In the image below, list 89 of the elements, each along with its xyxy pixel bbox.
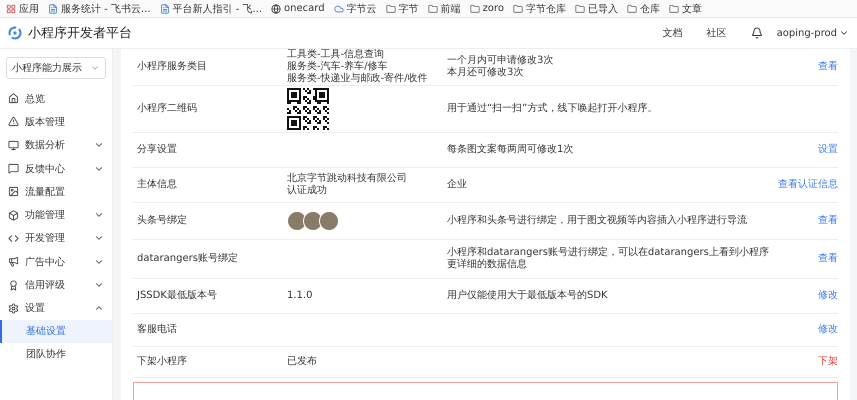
nav-item[interactable]: 开发管理 <box>25 231 88 246</box>
nav-item[interactable]: 总览 <box>25 92 104 106</box>
action-link[interactable]: 查看 <box>818 215 838 227</box>
folder-icon <box>668 4 679 14</box>
setting-label: datarangers账号绑定 <box>137 253 239 265</box>
nav-subitem[interactable]: 基础设置 <box>0 320 112 343</box>
setting-label: 头条号绑定 <box>137 215 188 227</box>
action-link[interactable]: 设置 <box>818 144 838 156</box>
settings-icon <box>8 302 19 314</box>
nav-item[interactable]: 设置 <box>25 301 88 316</box>
bookmark-link[interactable]: 应用 <box>19 2 39 16</box>
cloud-icon <box>334 4 344 14</box>
setting-description: 每条图文案每两周可修改1次 <box>447 144 574 156</box>
apps-icon <box>6 4 16 14</box>
nav-item[interactable]: 反馈中心 <box>25 162 88 176</box>
bookmark-link[interactable]: zoro <box>482 3 504 14</box>
action-link[interactable]: 查看 <box>818 253 838 265</box>
nav-item[interactable]: 流量配置 <box>25 184 104 199</box>
action-link[interactable]: 修改 <box>818 290 838 302</box>
value-text: 已发布 <box>287 356 318 368</box>
action-link[interactable]: 查看认证信息 <box>778 179 838 191</box>
action-link[interactable]: 修改 <box>818 324 838 336</box>
folder-icon <box>626 4 637 14</box>
logo-icon <box>8 26 22 40</box>
bookmark-link[interactable]: 服务统计 - 飞书云... <box>61 2 151 16</box>
value-text: 服务类-汽车-养车/修车 <box>287 61 389 72</box>
setting-label: 主体信息 <box>137 179 178 191</box>
image-icon <box>8 186 19 198</box>
bookmark-link[interactable]: 文章 <box>682 2 702 16</box>
bookmark-link[interactable]: onecard <box>284 3 325 14</box>
triangle-icon <box>8 116 19 128</box>
header-link[interactable]: 文档 <box>662 26 683 40</box>
monitor-icon <box>8 140 19 151</box>
setting-label: 分享设置 <box>137 144 178 156</box>
folder-icon <box>512 4 523 14</box>
setting-label: 小程序服务类目 <box>137 61 208 73</box>
document-icon <box>48 4 58 14</box>
home-icon <box>8 93 19 104</box>
setting-description: 用于通过“扫一扫”方式，线下唤起打开小程序。 <box>447 103 658 115</box>
setting-label: JSSDK最低版本号 <box>137 290 218 302</box>
setting-label: 下架小程序 <box>137 356 188 368</box>
avatar <box>319 211 339 231</box>
setting-label: 客服电话 <box>137 324 178 336</box>
delist-link[interactable]: 下架 <box>818 356 838 368</box>
setting-description: 一个月内可申请修改3次 <box>447 55 554 66</box>
setting-description: 本月还可修改3次 <box>447 67 524 79</box>
setting-description: 用户仅能使用大于最低版本号的SDK <box>447 290 609 302</box>
folder-icon <box>574 4 585 14</box>
bookmark-link[interactable]: 字节 <box>398 2 419 16</box>
user-menu[interactable]: aoping-prod <box>776 28 849 38</box>
document-icon <box>160 4 170 14</box>
nav-item[interactable]: 数据分析 <box>25 138 88 152</box>
avatar <box>303 211 323 231</box>
bookmark-link[interactable]: 仓库 <box>640 2 660 16</box>
value-text: 北京字节跳动科技有限公司 <box>287 173 408 184</box>
bookmark-link[interactable]: 平台新人指引 - 飞... <box>172 2 262 16</box>
nav-item[interactable]: 广告中心 <box>25 254 88 269</box>
code-icon <box>8 232 19 244</box>
header-link[interactable]: 社区 <box>706 26 727 40</box>
setting-description: 小程序和datarangers账号进行绑定，可以在datarangers上看到小程序更详细的数据信息 <box>447 247 770 271</box>
setting-description: 小程序和头条号进行绑定，用于图文视频等内容插入小程序进行导流 <box>447 215 748 227</box>
bookmark-link[interactable]: 字节仓库 <box>526 2 566 16</box>
bookmark-link[interactable]: 字节云 <box>346 2 377 16</box>
globe-icon <box>271 4 282 14</box>
nav-subitem[interactable]: 团队协作 <box>0 342 112 366</box>
value-text: 服务类-快递业与邮政-寄件/收件 <box>287 73 429 85</box>
action-link[interactable]: 查看 <box>818 61 838 73</box>
message-icon <box>8 163 19 174</box>
app-select[interactable]: 小程序能力展示 <box>6 57 106 79</box>
qr-code <box>287 88 329 130</box>
bookmark-link[interactable]: 前端 <box>440 2 461 16</box>
folder-icon <box>428 4 438 14</box>
avatar <box>287 211 307 231</box>
setting-description: 企业 <box>447 179 468 191</box>
folder-icon <box>470 4 480 14</box>
box-icon <box>8 210 19 221</box>
bookmark-link[interactable]: 已导入 <box>588 2 618 16</box>
platform-title: 小程序开发者平台 <box>28 25 132 42</box>
nav-item[interactable]: 版本管理 <box>25 114 104 129</box>
value-text: 工具类-工具-信息查询 <box>287 49 386 60</box>
value-text: 1.1.0 <box>287 290 314 302</box>
megaphone-icon <box>8 256 19 268</box>
badge-icon <box>8 280 19 291</box>
nav-item[interactable]: 功能管理 <box>25 208 88 222</box>
nav-item[interactable]: 信用评级 <box>25 278 88 292</box>
notification-icon[interactable] <box>750 27 763 39</box>
setting-label: 小程序二维码 <box>137 103 198 115</box>
value-text: 认证成功 <box>287 185 328 197</box>
folder-icon <box>386 4 396 14</box>
